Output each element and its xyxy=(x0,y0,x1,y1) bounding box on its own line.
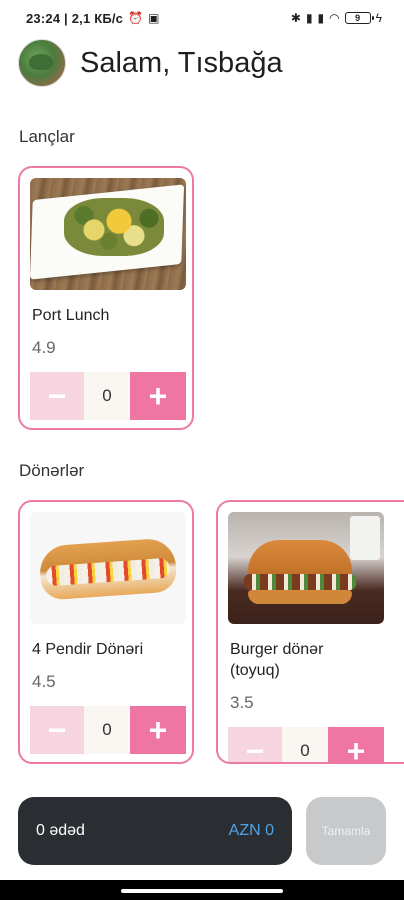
section-title-lunches: Lançlar xyxy=(19,127,75,146)
quantity-value: 0 xyxy=(282,727,328,762)
product-rating: 3.5 xyxy=(230,693,254,712)
bluetooth-icon: ✱ xyxy=(290,11,301,25)
signal-icon: ▮ xyxy=(317,11,325,25)
quantity-stepper: − 0 + xyxy=(30,372,186,420)
bun-top-shape xyxy=(248,540,352,576)
decrease-button[interactable]: − xyxy=(30,372,84,420)
quantity-value: 0 xyxy=(84,706,130,754)
quantity-value: 0 xyxy=(84,372,130,420)
cart-summary-bar[interactable]: 0 ədəd AZN 0 xyxy=(18,797,292,865)
product-name: Burger dönər (toyuq) xyxy=(230,641,324,679)
greeting-title: Salam, Tısbağa xyxy=(80,46,283,79)
status-time-speed: 23:24 | 2,1 КБ/с xyxy=(26,10,124,26)
product-name: Port Lunch xyxy=(32,307,110,324)
glass-shape xyxy=(350,516,380,560)
wifi-icon: ◠ xyxy=(329,11,340,25)
decrease-button[interactable]: − xyxy=(228,727,282,762)
battery-level: 9 xyxy=(355,13,361,23)
meat-shape xyxy=(244,574,356,590)
product-rating: 4.9 xyxy=(32,338,56,357)
product-photo xyxy=(30,178,186,290)
battery-icon: 9 xyxy=(344,12,374,24)
bun-bottom-shape xyxy=(248,590,352,604)
app-icon: ▣ xyxy=(148,11,160,25)
quantity-stepper: − 0 + xyxy=(228,727,384,762)
product-card-port-lunch[interactable]: Port Lunch 4.9 − 0 + xyxy=(18,166,194,430)
alarm-icon: ⏰ xyxy=(128,11,144,25)
product-card-burger-doner[interactable]: Burger dönər (toyuq) 3.5 − 0 + xyxy=(216,500,404,764)
product-name: 4 Pendir Dönəri xyxy=(32,641,144,658)
signal-icon: ▮ xyxy=(305,11,313,25)
quantity-stepper: − 0 + xyxy=(30,706,186,754)
cart-total: AZN 0 xyxy=(228,822,274,839)
product-card-4-pendir-doner[interactable]: 4 Pendir Dönəri 4.5 − 0 + xyxy=(18,500,194,764)
increase-button[interactable]: + xyxy=(328,727,384,762)
section-title-doners: Dönərlər xyxy=(19,461,85,480)
increase-button[interactable]: + xyxy=(130,372,186,420)
increase-button[interactable]: + xyxy=(130,706,186,754)
food-shape xyxy=(64,198,164,256)
status-bar-right: ✱ ▮ ▮ ◠ 9 ϟ xyxy=(291,12,382,24)
product-photo xyxy=(228,512,384,624)
avatar[interactable] xyxy=(18,39,66,87)
cart-count: 0 ədəd xyxy=(36,822,85,839)
complete-order-button[interactable]: Tamamla xyxy=(306,797,386,865)
status-bar-left: 23:24 | 2,1 КБ/с ⏰ ▣ xyxy=(26,11,159,26)
product-photo xyxy=(30,512,186,624)
status-bar: 23:24 | 2,1 КБ/с ⏰ ▣ ✱ ▮ ▮ ◠ 9 ϟ xyxy=(0,0,404,36)
decrease-button[interactable]: − xyxy=(30,706,84,754)
charging-icon: ϟ xyxy=(375,11,382,25)
product-rating: 4.5 xyxy=(32,672,56,691)
header: Salam, Tısbağa xyxy=(18,39,283,87)
home-handle[interactable] xyxy=(121,889,283,893)
